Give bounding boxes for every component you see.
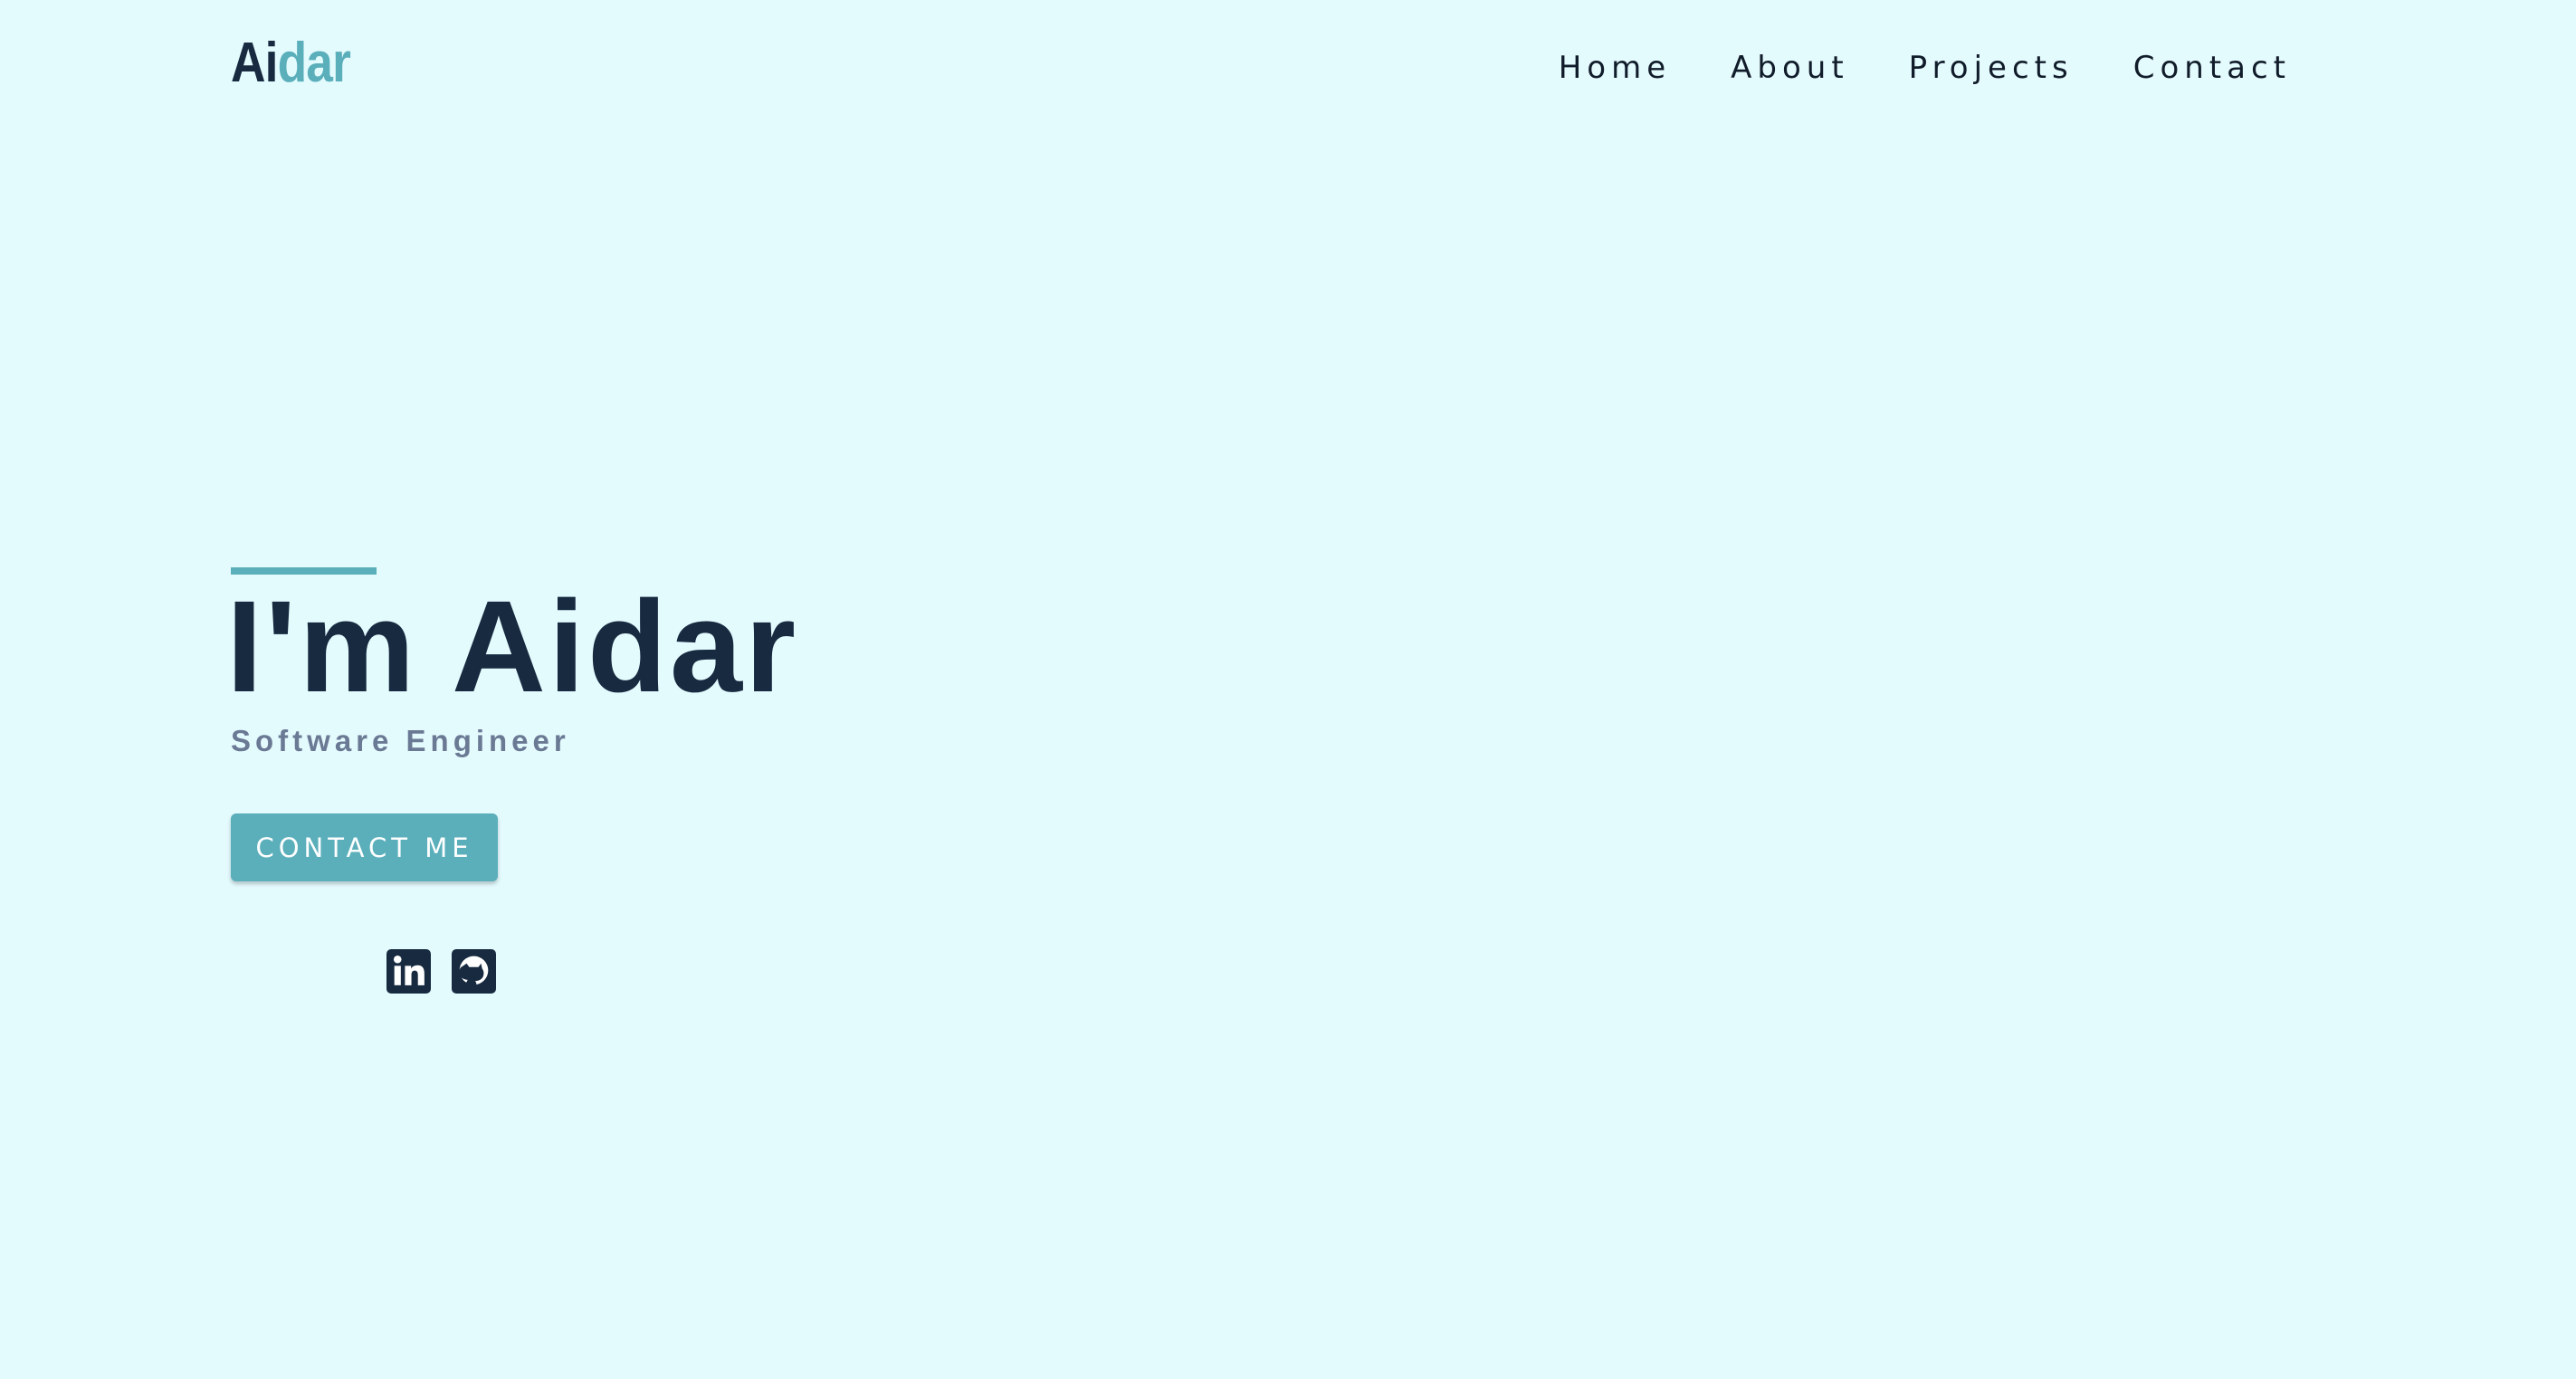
social-links xyxy=(386,949,496,994)
contact-me-button[interactable]: CONTACT ME xyxy=(231,813,498,881)
logo[interactable]: Aidar xyxy=(231,31,351,96)
linkedin-icon[interactable] xyxy=(386,949,431,994)
nav-item-contact[interactable]: Contact xyxy=(2133,47,2291,89)
main-nav: Home About Projects Contact xyxy=(1559,47,2291,89)
nav-item-about[interactable]: About xyxy=(1731,47,1849,89)
github-icon[interactable] xyxy=(452,949,496,994)
nav-item-projects[interactable]: Projects xyxy=(1909,47,2074,89)
logo-part-dark: Ai xyxy=(231,32,278,94)
hero-title: I'm Aidar xyxy=(226,574,799,719)
hero-subtitle: Software Engineer xyxy=(231,724,570,757)
site-header: Aidar Home About Projects Contact xyxy=(0,0,2576,136)
logo-part-accent: dar xyxy=(277,32,351,94)
nav-item-home[interactable]: Home xyxy=(1559,47,1671,89)
